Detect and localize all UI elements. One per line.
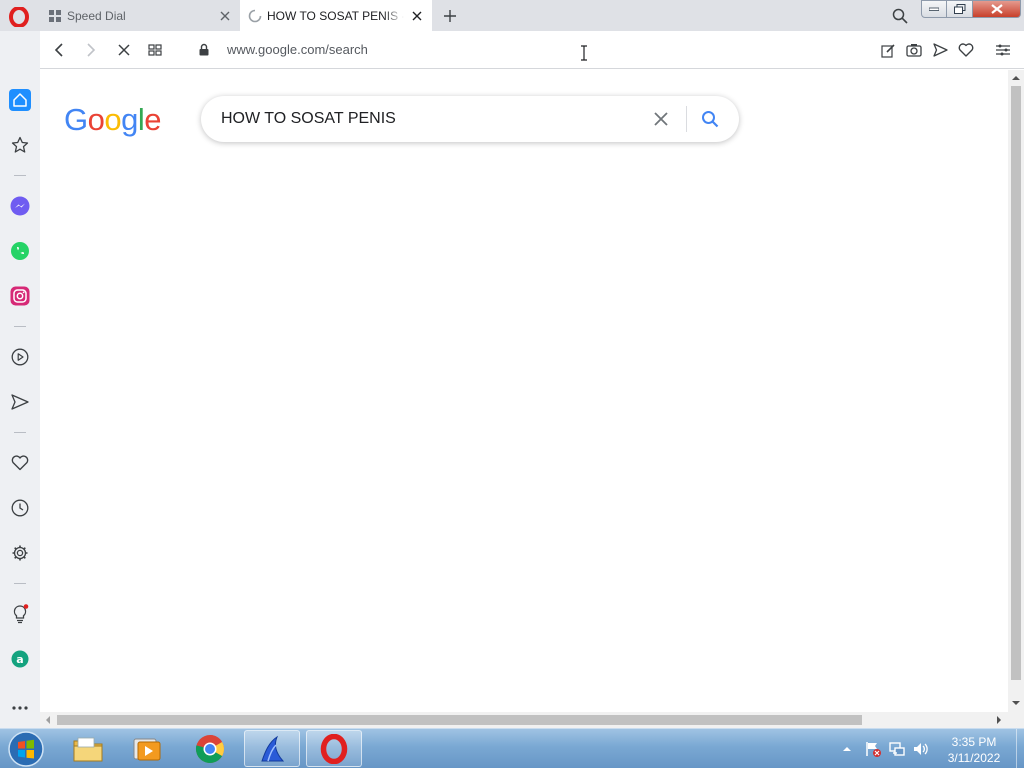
clock-date: 3/11/2022 [947,751,1001,765]
search-divider [686,106,687,132]
whatsapp-icon[interactable] [9,240,31,262]
address-bar-row: www.google.com/search [40,31,1024,69]
text-cursor-icon [580,45,588,61]
taskbar: 3:35 PM 3/11/2022 [0,728,1024,769]
aria-icon[interactable]: a [9,648,31,670]
lock-icon[interactable] [199,43,209,56]
media-player-icon[interactable] [119,730,175,767]
messenger-icon[interactable] [9,195,31,217]
action-center-flag-icon[interactable] [864,740,884,758]
tab-label: HOW TO SOSAT PENIS - Google Search [267,8,404,23]
tab-close-icon[interactable] [216,7,234,25]
address-field[interactable]: www.google.com/search [199,42,368,57]
svg-text:a: a [16,653,23,666]
logo-letter: o [104,102,122,137]
more-icon[interactable] [9,697,31,719]
search-box[interactable]: HOW TO SOSAT PENIS [201,96,739,142]
scroll-left-arrow-icon[interactable] [43,715,53,725]
tab-close-icon[interactable] [408,7,426,25]
easy-setup-edit-icon[interactable] [879,41,897,59]
sidebar-divider [14,175,26,176]
url-text: www.google.com/search [227,42,368,57]
horizontal-scroll-thumb[interactable] [57,715,862,725]
lightbulb-icon[interactable] [9,603,31,625]
network-icon[interactable] [888,740,908,758]
file-explorer-icon[interactable] [60,730,116,767]
bookmarks-star-icon[interactable] [9,134,31,156]
bookmark-heart-icon[interactable] [957,41,975,59]
tab-speed-dial[interactable]: Speed Dial [40,0,240,31]
page-content: Google HOW TO SOSAT PENIS [40,70,1008,712]
tab-label: Speed Dial [67,8,126,23]
loading-spinner-icon [248,9,262,23]
heart-icon[interactable] [9,452,31,474]
window-controls [921,0,1021,20]
scroll-down-arrow-icon[interactable] [1011,698,1021,708]
close-window-button[interactable] [973,0,1021,18]
volume-icon[interactable] [912,740,932,758]
vertical-scroll-thumb[interactable] [1011,86,1021,680]
search-input[interactable]: HOW TO SOSAT PENIS [221,110,396,128]
send-flow-icon[interactable] [931,41,949,59]
logo-letter: o [87,102,105,137]
restore-button[interactable] [947,0,973,18]
player-icon[interactable] [9,346,31,368]
logo-letter: g [121,102,138,137]
clear-search-icon[interactable] [651,109,671,129]
sidebar: a [0,31,40,729]
flow-send-icon[interactable] [9,391,31,413]
show-desktop-button[interactable] [1016,729,1024,769]
minimize-button[interactable] [921,0,947,18]
back-arrow-icon[interactable] [49,40,69,60]
show-hidden-icons-icon[interactable] [842,745,856,753]
tab-strip: Speed Dial HOW TO SOSAT PENIS - Google S… [0,0,1024,31]
speed-dial-grid-icon [48,9,62,23]
search-icon[interactable] [699,108,721,130]
scrollbar-corner [1008,712,1024,728]
shark-app-icon[interactable] [244,730,300,767]
windows-start-button[interactable] [6,729,46,769]
home-icon[interactable] [9,89,31,111]
tabs-grid-icon[interactable] [145,40,165,60]
logo-letter: G [64,102,88,137]
logo-letter: e [144,102,162,137]
scroll-right-arrow-icon[interactable] [994,715,1004,725]
settings-icon[interactable] [9,542,31,564]
sidebar-divider [14,583,26,584]
clock-time: 3:35 PM [951,735,997,749]
scroll-up-arrow-icon[interactable] [1011,73,1021,83]
tab-search-icon[interactable] [889,5,911,27]
easy-setup-menu-icon[interactable] [994,41,1012,59]
sidebar-divider [14,326,26,327]
vertical-scrollbar[interactable] [1008,70,1024,712]
tab-google-search[interactable]: HOW TO SOSAT PENIS - Google Search [240,0,432,31]
opera-icon[interactable] [306,730,362,767]
stop-loading-icon[interactable] [114,40,134,60]
instagram-icon[interactable] [9,285,31,307]
system-tray [842,729,932,769]
system-clock[interactable]: 3:35 PM 3/11/2022 [935,734,1013,766]
chrome-icon[interactable] [182,730,238,767]
new-tab-plus-icon[interactable] [440,6,460,26]
sidebar-divider [14,432,26,433]
forward-arrow-icon[interactable] [81,40,101,60]
google-logo[interactable]: Google [64,102,162,138]
horizontal-scrollbar[interactable] [40,712,1008,728]
snapshot-camera-icon[interactable] [905,41,923,59]
opera-menu-logo[interactable] [8,7,30,27]
history-icon[interactable] [9,497,31,519]
